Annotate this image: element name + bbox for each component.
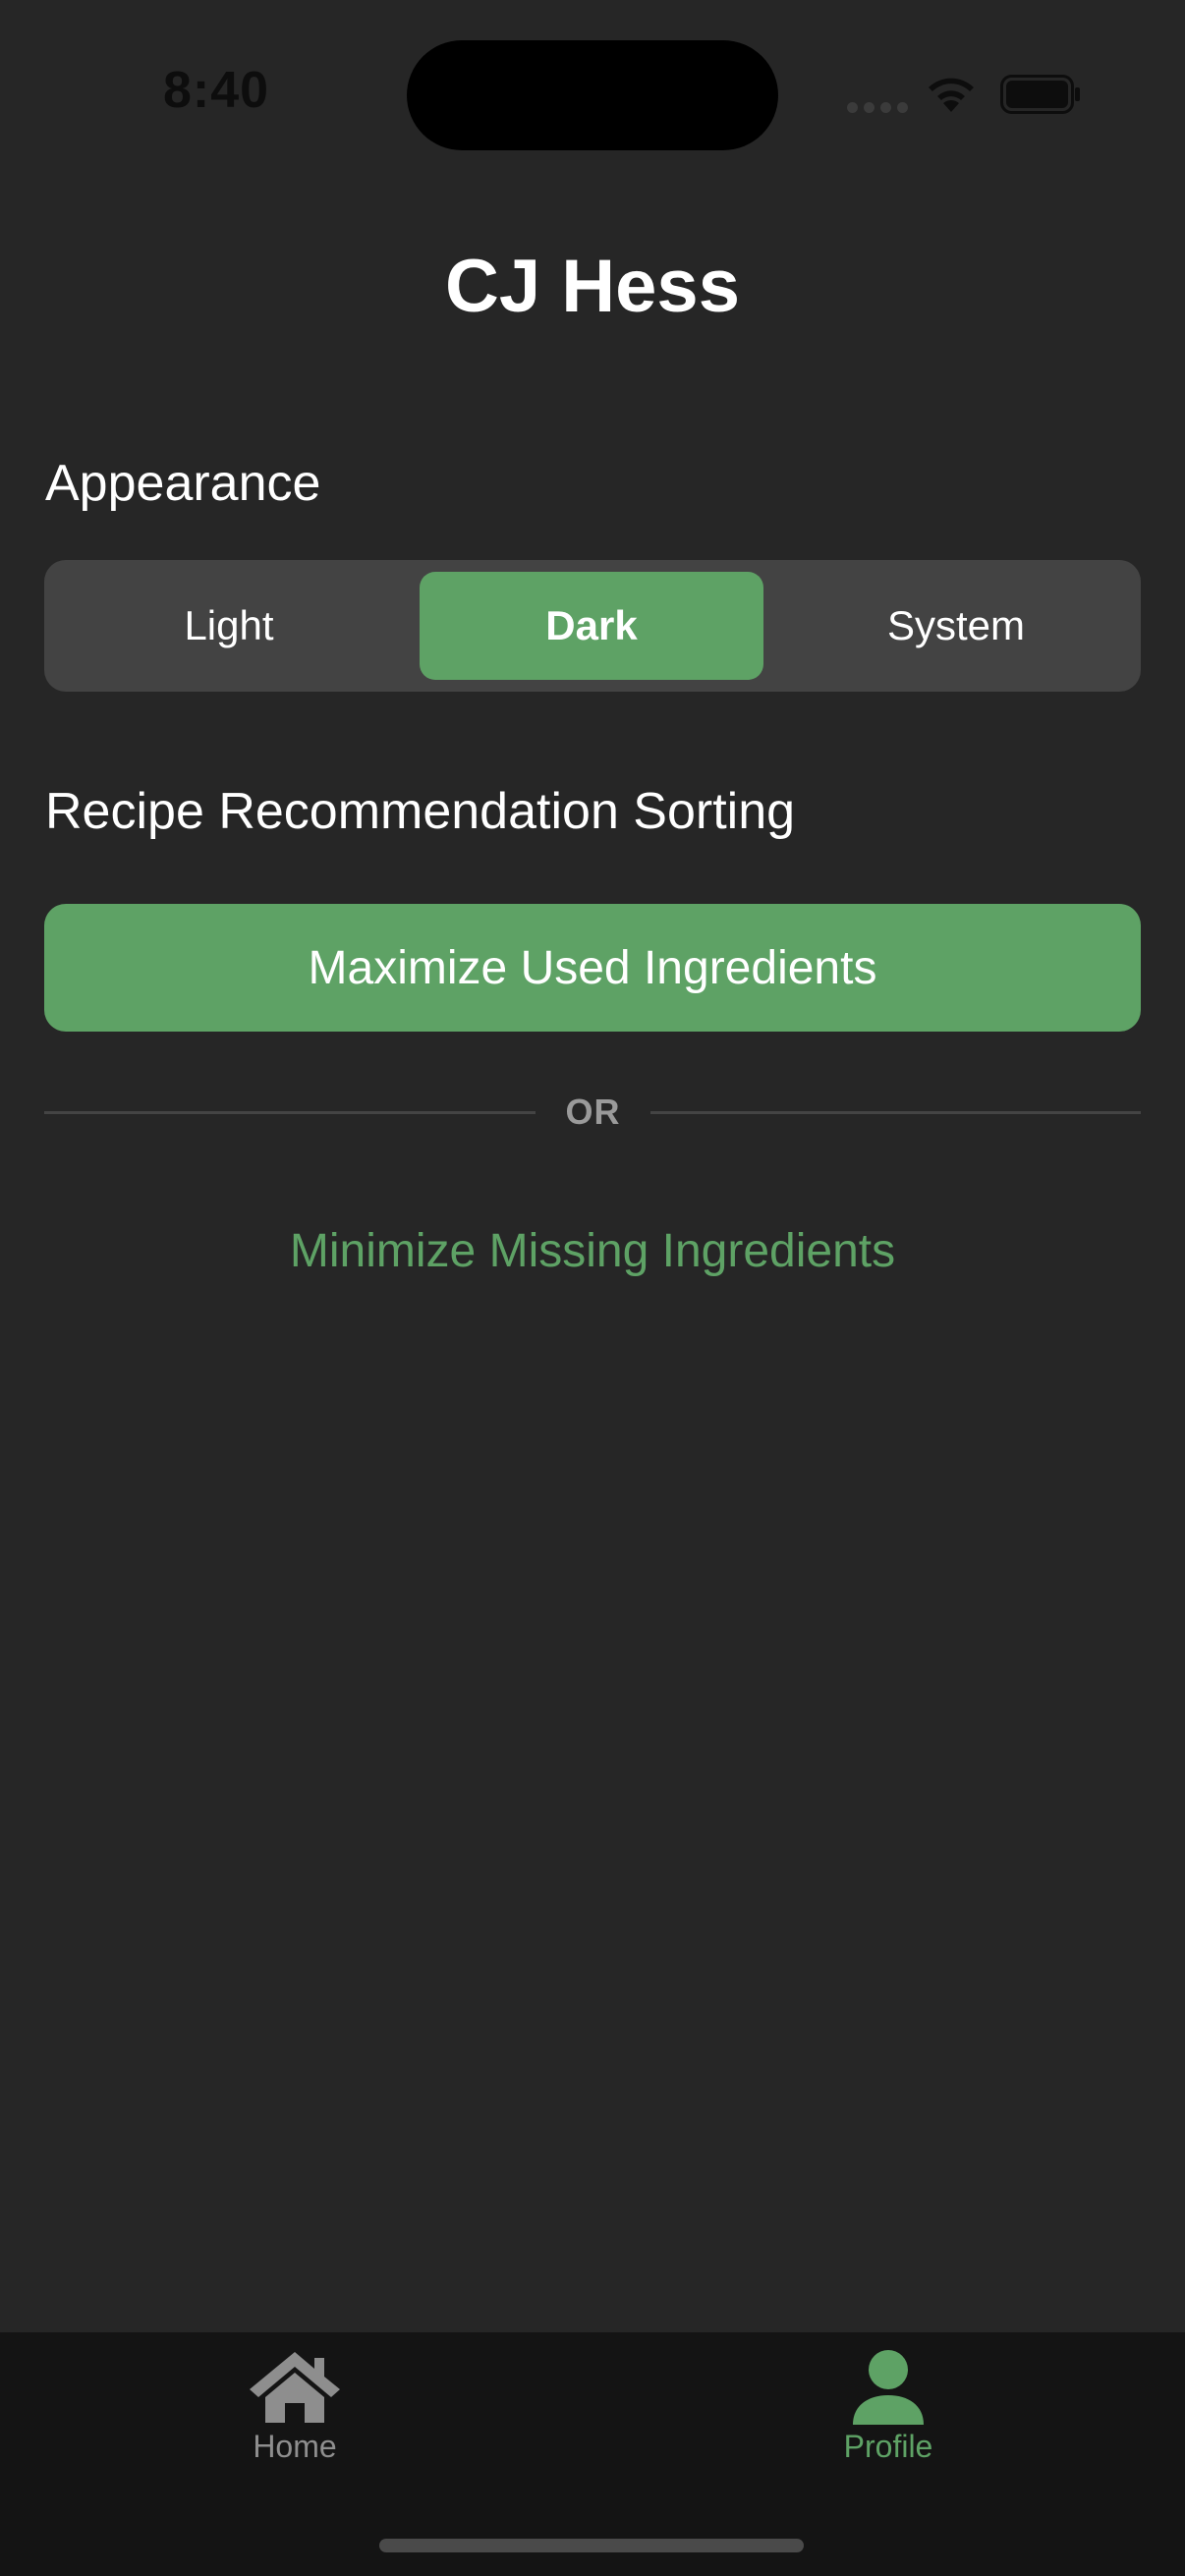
home-indicator	[379, 2539, 804, 2552]
cellular-signal-icon	[847, 102, 908, 116]
or-separator: OR	[565, 1092, 621, 1132]
appearance-option-system[interactable]: System	[783, 572, 1129, 680]
tab-profile[interactable]: Profile	[780, 2348, 996, 2476]
appearance-option-dark[interactable]: Dark	[420, 572, 763, 680]
tab-profile-label: Profile	[843, 2429, 933, 2464]
profile-name-title: CJ Hess	[445, 245, 740, 328]
maximize-used-ingredients-button[interactable]: Maximize Used Ingredients	[44, 904, 1141, 1032]
divider-left	[44, 1111, 536, 1114]
appearance-heading: Appearance	[45, 455, 321, 512]
status-time: 8:40	[163, 62, 270, 119]
appearance-segmented-control: Light Dark System	[44, 560, 1141, 692]
sorting-heading: Recipe Recommendation Sorting	[45, 783, 796, 840]
divider-right	[650, 1111, 1141, 1114]
wifi-icon	[929, 78, 974, 112]
appearance-option-light[interactable]: Light	[56, 572, 402, 680]
house-icon	[250, 2352, 340, 2423]
tab-home[interactable]: Home	[187, 2348, 403, 2476]
battery-icon	[1000, 75, 1080, 114]
dynamic-island	[407, 40, 778, 150]
person-icon	[853, 2350, 924, 2425]
profile-screen: 8:40 CJ Hess Appearance Light Dark Syste…	[0, 0, 1185, 2576]
tab-home-label: Home	[253, 2429, 337, 2464]
minimize-missing-ingredients-button[interactable]: Minimize Missing Ingredients	[0, 1224, 1185, 1278]
